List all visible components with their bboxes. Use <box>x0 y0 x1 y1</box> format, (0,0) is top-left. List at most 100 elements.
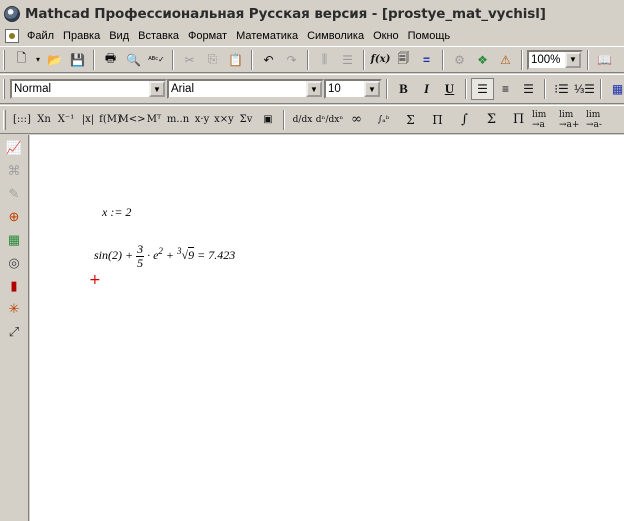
align-left-icon[interactable]: ☰ <box>471 78 494 100</box>
save-icon[interactable]: 💾 <box>66 49 89 71</box>
matrix-icon[interactable]: ◎ <box>4 253 24 273</box>
transpose-button[interactable]: Mᵀ <box>143 109 165 131</box>
insert-component-icon[interactable]: ⚙ <box>448 49 471 71</box>
indefinite-integral-button[interactable]: ∫ <box>451 109 478 131</box>
toolbar-separator <box>386 79 388 99</box>
chevron-down-icon[interactable]: ▼ <box>364 81 380 97</box>
align-vertical-icon[interactable]: ☰ <box>336 49 359 71</box>
toolbar-separator <box>587 49 589 70</box>
calculator-icon[interactable]: ▦ <box>606 78 624 100</box>
underline-button[interactable]: U <box>438 78 461 100</box>
expression-prefix: sin(2) + <box>94 247 137 262</box>
print-icon[interactable]: 🖶 <box>99 49 122 71</box>
range-product-button[interactable]: Π <box>424 109 451 131</box>
vector-sum-button[interactable]: Σv <box>235 109 257 131</box>
product-button[interactable]: Π <box>505 109 532 131</box>
print-preview-icon[interactable]: 🔍 <box>122 49 145 71</box>
menu-math[interactable]: Математика <box>236 30 298 42</box>
cut-icon[interactable]: ✂ <box>178 49 201 71</box>
derivative-button[interactable]: d/dx <box>289 109 316 131</box>
infinity-button[interactable]: ∞ <box>343 109 370 131</box>
xy-plot-icon[interactable]: ⤢ <box>4 322 24 342</box>
subscript-button[interactable]: Xn <box>33 109 55 131</box>
menu-help[interactable]: Помощь <box>408 30 451 42</box>
programming-icon[interactable]: ▦ <box>4 230 24 250</box>
menu-format[interactable]: Формат <box>188 30 227 42</box>
toolbar-separator <box>251 49 253 70</box>
absolute-value-button[interactable]: |x| <box>77 109 99 131</box>
nth-derivative-button[interactable]: dⁿ/dxⁿ <box>316 109 343 131</box>
cross-product-button[interactable]: x×y <box>213 109 235 131</box>
limit-left-button[interactable]: lim →a- <box>586 109 613 131</box>
summation-button[interactable]: Σ <box>478 109 505 131</box>
worksheet[interactable]: x := 2 sin(2) + 3 5 · e2 + 3√9 = 7.423 + <box>30 135 624 521</box>
bold-button[interactable]: B <box>392 78 415 100</box>
symbolic-icon[interactable]: ✳ <box>4 299 24 319</box>
chevron-down-icon[interactable]: ▼ <box>565 51 581 68</box>
numbered-list-icon[interactable]: ⅓☰ <box>573 78 596 100</box>
dot-product-button[interactable]: x·y <box>191 109 213 131</box>
toolbar-grip[interactable] <box>3 109 6 130</box>
graph-icon[interactable]: 📈 <box>4 138 24 158</box>
calculate-icon[interactable]: = <box>415 49 438 71</box>
range-sum-button[interactable]: Σ <box>397 109 424 131</box>
help-icon[interactable]: ? <box>616 49 624 71</box>
insert-function-icon[interactable]: f(x) <box>369 49 392 71</box>
redo-icon[interactable]: ↷ <box>280 49 303 71</box>
picture-button[interactable]: ▣ <box>257 109 279 131</box>
matrix-insert-button[interactable]: [:::] <box>11 109 33 131</box>
window-title: Mathcad Профессиональная Русская версия … <box>25 5 546 22</box>
menu-symbolics[interactable]: Символика <box>307 30 364 42</box>
open-folder-icon[interactable]: 📂 <box>43 49 66 71</box>
menu-file[interactable]: Файл <box>27 30 54 42</box>
menu-insert[interactable]: Вставка <box>138 30 179 42</box>
definite-integral-button[interactable]: ∫ₐᵇ <box>370 109 397 131</box>
new-dropdown-icon[interactable]: ▾ <box>33 49 43 71</box>
menu-view[interactable]: Вид <box>109 30 129 42</box>
matrix-superscript-button[interactable]: M<> <box>119 109 146 131</box>
toolbar-separator <box>172 49 174 70</box>
undo-icon[interactable]: ↶ <box>257 49 280 71</box>
fraction: 3 5 <box>136 243 145 269</box>
font-value: Arial <box>171 83 195 95</box>
insert-unit-icon[interactable]: 🗐 <box>392 49 415 71</box>
evaluation-icon[interactable]: ⌘ <box>4 161 24 181</box>
zoom-select[interactable]: 100% ▼ <box>527 49 583 70</box>
inverse-button[interactable]: X⁻¹ <box>55 109 77 131</box>
calculus-icon[interactable]: ✎ <box>4 184 24 204</box>
copy-icon[interactable]: ⎘ <box>201 49 224 71</box>
toolbar-grip[interactable] <box>3 79 5 99</box>
toolbar-grip[interactable] <box>3 49 5 70</box>
toolbar-separator <box>465 79 467 99</box>
toolbar-separator <box>600 79 602 99</box>
quicksheets-icon[interactable]: ⚠ <box>494 49 517 71</box>
expression-region[interactable]: sin(2) + 3 5 · e2 + 3√9 = 7.423 <box>94 243 235 269</box>
bullet-list-icon[interactable]: ⁝☰ <box>550 78 573 100</box>
chevron-down-icon[interactable]: ▼ <box>149 81 165 97</box>
menu-window[interactable]: Окно <box>373 30 399 42</box>
font-size-select[interactable]: 10 ▼ <box>324 79 382 99</box>
align-right-icon[interactable]: ☰ <box>517 78 540 100</box>
align-horizontal-icon[interactable]: ⫼ <box>313 49 336 71</box>
paste-icon[interactable]: 📋 <box>224 49 247 71</box>
resource-center-icon[interactable]: ❖ <box>471 49 494 71</box>
menu-edit[interactable]: Правка <box>63 30 100 42</box>
greek-icon[interactable]: ▮ <box>4 276 24 296</box>
new-document-icon[interactable]: 🗋 <box>10 49 33 71</box>
italic-button[interactable]: I <box>415 78 438 100</box>
range-variable-button[interactable]: m..n <box>165 109 191 131</box>
limit-right-button[interactable]: lim →a+ <box>559 109 586 131</box>
chevron-down-icon[interactable]: ▼ <box>306 81 322 97</box>
document-icon[interactable] <box>5 29 19 43</box>
toolbar-separator <box>442 49 444 70</box>
standard-toolbar: 🗋 ▾ 📂 💾 🖶 🔍 ᴬᴮᶜ✓ ✂ ⎘ 📋 ↶ ↷ ⫼ ☰ f(x) 🗐 = … <box>0 46 624 73</box>
align-center-icon[interactable]: ≡ <box>494 78 517 100</box>
style-select[interactable]: Normal ▼ <box>10 79 167 99</box>
font-select[interactable]: Arial ▼ <box>167 79 324 99</box>
spell-check-icon[interactable]: ᴬᴮᶜ✓ <box>145 49 168 71</box>
boolean-icon[interactable]: ⊕ <box>4 207 24 227</box>
definition-region[interactable]: x := 2 <box>102 205 131 220</box>
toolbar-separator <box>521 49 523 70</box>
resource-book-icon[interactable]: 📖 <box>593 49 616 71</box>
limit-button[interactable]: lim →a <box>532 109 559 131</box>
